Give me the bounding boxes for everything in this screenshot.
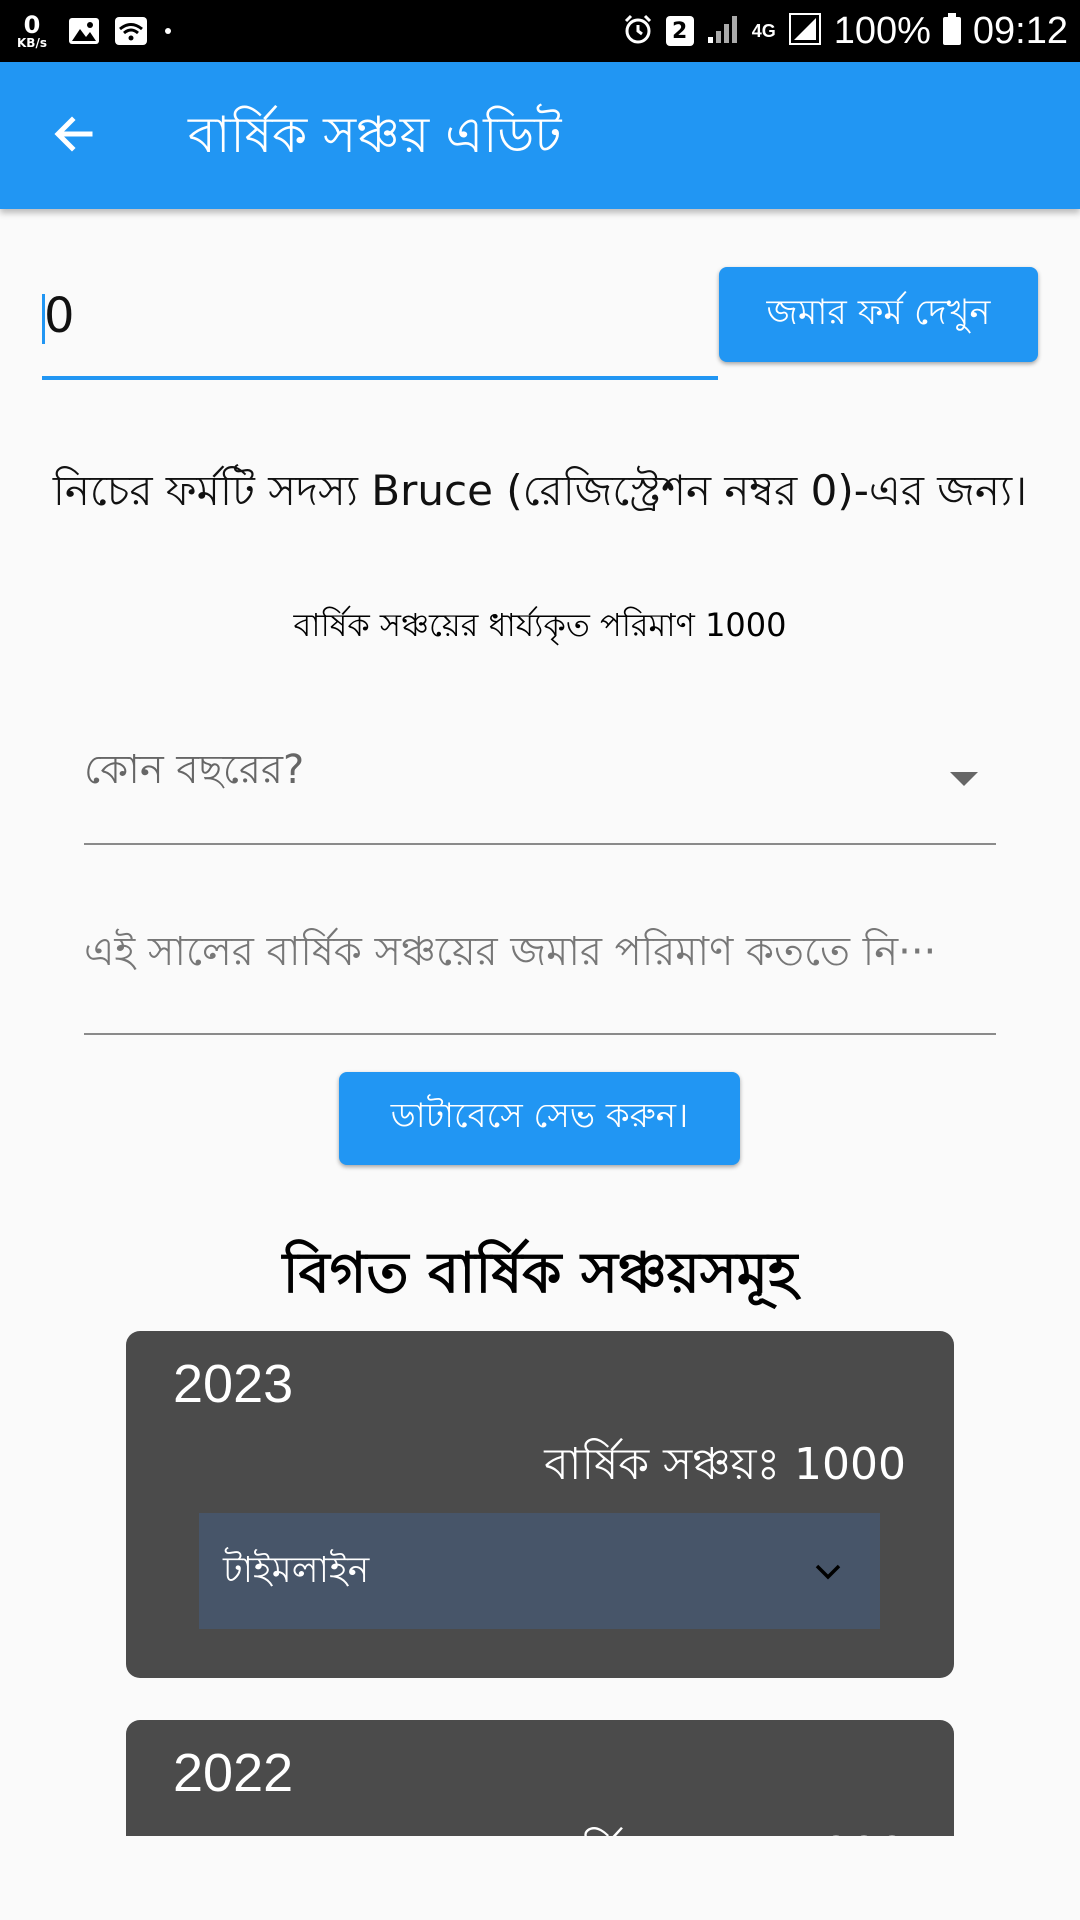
chevron-down-icon <box>815 1564 841 1580</box>
app-bar: বার্ষিক সঞ্চয় এডিট <box>0 62 1080 209</box>
gallery-icon <box>68 17 100 45</box>
member-info-text: নিচের ফর্মটি সদস্য Bruce (রেজিস্ট্রেশন ন… <box>52 466 1028 515</box>
page-title: বার্ষিক সঞ্চয় এডিট <box>188 106 562 164</box>
network-speed: 0 KB/s <box>10 13 54 49</box>
required-amount-text: বার্ষিক সঞ্চয়ের ধার্য্যকৃত পরিমাণ 1000 <box>293 606 787 644</box>
view-form-button[interactable]: জমার ফর্ম দেখুন <box>719 267 1038 362</box>
year-dropdown-label: কোন বছরের? <box>84 747 305 793</box>
savings-card: 2023 বার্ষিক সঞ্চয়ঃ 1000 টাইমলাইন <box>126 1331 954 1678</box>
alarm-icon <box>622 13 654 49</box>
timeline-label: টাইমলাইন <box>223 1550 370 1591</box>
signal-strength-icon <box>788 12 822 50</box>
year-dropdown[interactable]: কোন বছরের? <box>84 720 996 845</box>
back-button[interactable] <box>44 106 104 166</box>
savings-amount-input[interactable]: এই সালের বার্ষিক সঞ্চয়ের জমার পরিমাণ কত… <box>84 900 996 1035</box>
dot-icon <box>162 25 174 37</box>
card-savings: বার্ষিক সঞ্চয়ঃ 1000 <box>544 1439 906 1490</box>
past-savings-heading: বিগত বার্ষিক সঞ্চয়সমূহ <box>282 1241 798 1306</box>
dropdown-arrow-icon <box>950 772 978 786</box>
savings-amount-placeholder: এই সালের বার্ষিক সঞ্চয়ের জমার পরিমাণ কত… <box>84 929 937 975</box>
network-speed-unit: KB/s <box>17 36 47 50</box>
registration-number-value: 0 <box>44 288 75 344</box>
clock: 09:12 <box>972 9 1068 52</box>
card-year: 2022 <box>173 1743 294 1803</box>
arrow-back-icon <box>50 110 98 162</box>
registration-number-input[interactable]: 0 <box>42 262 718 380</box>
wifi-icon <box>114 16 148 46</box>
signal-icon <box>706 13 740 49</box>
status-bar: 0 KB/s 2 4G 100% 09:12 <box>0 0 1080 62</box>
network-type: 4G <box>751 20 776 41</box>
sim-badge: 2 <box>665 16 694 46</box>
card-year: 2023 <box>173 1354 294 1414</box>
viewport-bottom <box>0 1836 1080 1920</box>
battery-percent: 100% <box>833 9 931 52</box>
network-speed-value: 0 <box>23 11 41 39</box>
battery-icon <box>942 13 961 49</box>
timeline-expander[interactable]: টাইমলাইন <box>199 1513 880 1629</box>
save-to-database-button[interactable]: ডাটাবেসে সেভ করুন। <box>339 1072 740 1165</box>
